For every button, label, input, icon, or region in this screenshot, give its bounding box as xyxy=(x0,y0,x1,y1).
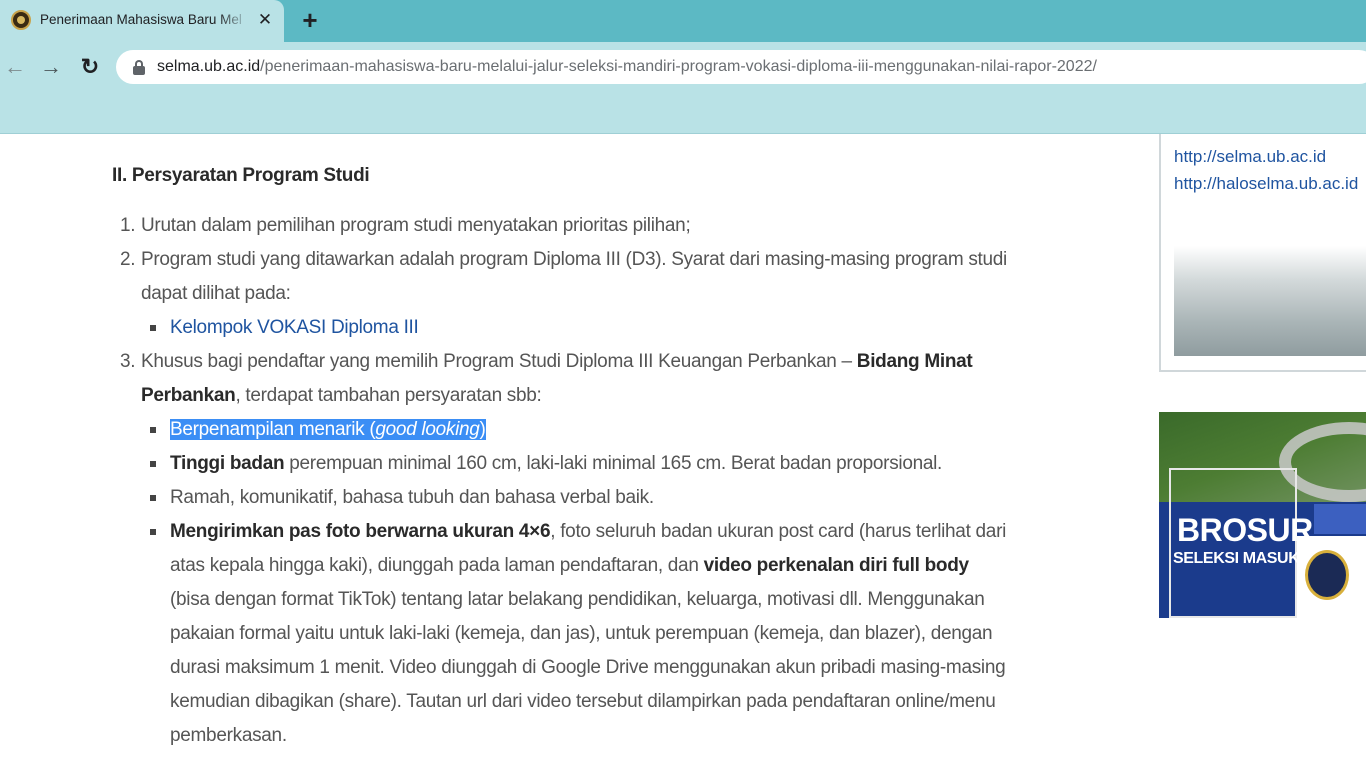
article-content: II. Persyaratan Program Studi 1. Urutan … xyxy=(112,160,1012,753)
section-heading: II. Persyaratan Program Studi xyxy=(112,165,370,186)
tab-strip: Penerimaan Mahasiswa Baru Mel ✕ + xyxy=(0,0,1366,42)
haloselma-link[interactable]: http://haloselma.ub.ac.id xyxy=(1174,174,1358,194)
item-number: 2. xyxy=(120,249,136,270)
brochure-banner[interactable]: BROSUR SELEKSI MASUK xyxy=(1159,412,1366,618)
brochure-title: BROSUR xyxy=(1177,512,1313,548)
sidebar-links-box: http://selma.ub.ac.id http://haloselma.u… xyxy=(1159,134,1366,372)
item-text: Urutan dalam pemilihan program studi men… xyxy=(141,215,691,236)
sub-list-item: Ramah, komunikatif, bahasa tubuh dan bah… xyxy=(141,481,1012,515)
brochure-subtitle: SELEKSI MASUK xyxy=(1173,550,1300,567)
close-tab-icon[interactable]: ✕ xyxy=(255,10,275,30)
list-item: 2. Program studi yang ditawarkan adalah … xyxy=(112,243,1012,345)
bullet-icon xyxy=(150,461,156,467)
url-path: /penerimaan-mahasiswa-baru-melalui-jalur… xyxy=(260,58,1097,75)
bullet-text: Ramah, komunikatif, bahasa tubuh dan bah… xyxy=(170,487,654,508)
sub-list-item: Kelompok VOKASI Diploma III xyxy=(141,311,1012,345)
requirements-list: 1. Urutan dalam pemilihan program studi … xyxy=(112,209,1012,753)
bullet-bold-text: video perkenalan diri full body xyxy=(703,555,970,576)
browser-tab[interactable]: Penerimaan Mahasiswa Baru Mel ✕ xyxy=(0,0,284,42)
url-text[interactable]: selma.ub.ac.id/penerimaan-mahasiswa-baru… xyxy=(157,58,1097,76)
item-number: 3. xyxy=(120,351,136,372)
tab-title: Penerimaan Mahasiswa Baru Mel xyxy=(40,12,242,27)
bullet-icon xyxy=(150,325,156,331)
url-host: selma.ub.ac.id xyxy=(157,58,261,75)
lock-icon[interactable] xyxy=(132,60,146,75)
item-number: 1. xyxy=(120,215,136,236)
bullet-text: ) xyxy=(479,419,486,440)
bullet-bold-text: Mengirimkan pas foto berwarna ukuran 4×6 xyxy=(170,521,551,542)
sub-list-item: Berpenampilan menarik (good looking) xyxy=(141,413,1012,447)
list-item: 1. Urutan dalam pemilihan program studi … xyxy=(112,209,1012,243)
sidebar-image xyxy=(1174,246,1366,356)
bullet-text: (bisa dengan format TikTok) tentang lata… xyxy=(170,589,1006,746)
italic-text: good looking xyxy=(375,419,480,440)
address-bar[interactable]: selma.ub.ac.id/penerimaan-mahasiswa-baru… xyxy=(116,50,1366,84)
sub-list-item: Tinggi badan perempuan minimal 160 cm, l… xyxy=(141,447,1012,481)
selected-text[interactable]: Berpenampilan menarik (good looking) xyxy=(170,419,486,440)
bullet-icon xyxy=(150,529,156,535)
sub-list-item: Mengirimkan pas foto berwarna ukuran 4×6… xyxy=(141,515,1012,753)
vokasi-diploma-link[interactable]: Kelompok VOKASI Diploma III xyxy=(170,317,419,338)
new-tab-icon[interactable]: + xyxy=(298,7,322,33)
bullet-icon xyxy=(150,427,156,433)
university-seal-icon xyxy=(1305,550,1349,600)
list-item: 3. Khusus bagi pendaftar yang memilih Pr… xyxy=(112,345,1012,753)
sub-list: Kelompok VOKASI Diploma III xyxy=(141,311,1012,345)
item-text: , terdapat tambahan persyaratan sbb: xyxy=(235,385,542,406)
reload-icon[interactable]: ↻ xyxy=(77,54,103,80)
selma-link[interactable]: http://selma.ub.ac.id xyxy=(1174,147,1326,167)
item-text: Khusus bagi pendaftar yang memilih Progr… xyxy=(141,351,857,372)
browser-toolbar: ← → ↻ selma.ub.ac.id/penerimaan-mahasisw… xyxy=(0,42,1366,134)
sub-list: Berpenampilan menarik (good looking) Tin… xyxy=(141,413,1012,753)
forward-arrow-icon[interactable]: → xyxy=(38,54,64,80)
brochure-accent xyxy=(1314,504,1366,534)
bullet-text: Berpenampilan menarik ( xyxy=(170,419,376,440)
bullet-text: perempuan minimal 160 cm, laki-laki mini… xyxy=(284,453,943,474)
site-favicon-icon xyxy=(11,10,31,30)
bullet-icon xyxy=(150,495,156,501)
bullet-bold-text: Tinggi badan xyxy=(170,453,285,474)
back-arrow-icon[interactable]: ← xyxy=(2,54,28,80)
item-text: Program studi yang ditawarkan adalah pro… xyxy=(141,249,1007,304)
